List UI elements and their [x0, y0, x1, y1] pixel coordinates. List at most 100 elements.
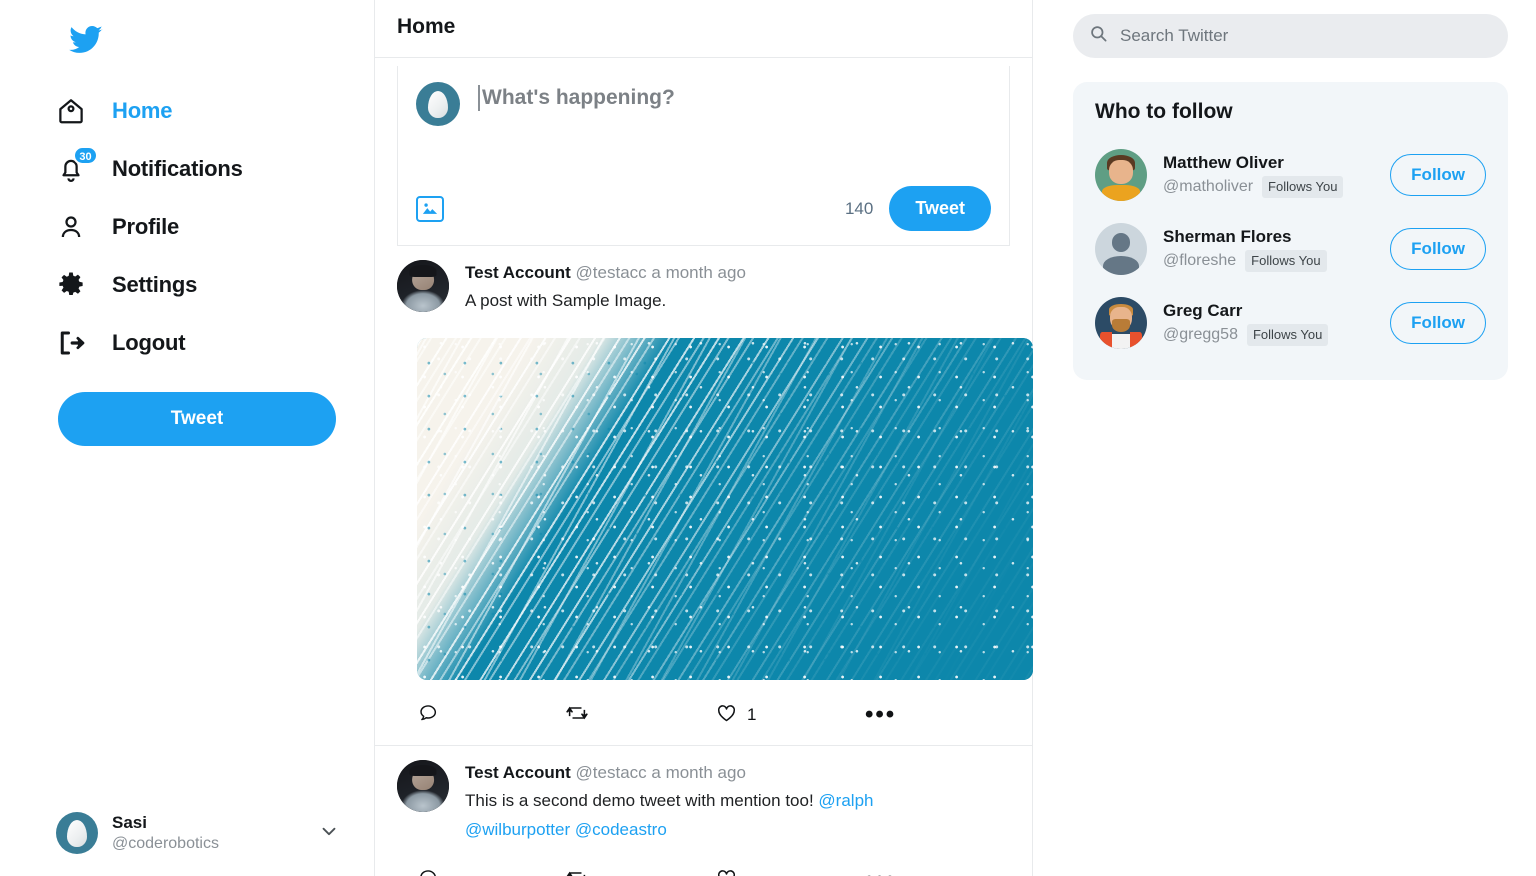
account-switcher[interactable]: Sasi @coderobotics [56, 812, 346, 854]
suggestion-sub: @floreshe Follows You [1163, 249, 1327, 273]
tweet-author[interactable]: Test Account [465, 763, 571, 782]
avatar[interactable] [397, 260, 449, 312]
retweet-icon [565, 867, 589, 876]
sidebar-item-settings[interactable]: Settings [56, 256, 374, 314]
tweet-timestamp: a month ago [651, 762, 746, 782]
tweet-text: A post with Sample Image. [465, 290, 667, 310]
tweet-timestamp: a month ago [651, 263, 746, 282]
mention-link[interactable]: @wilburpotter [465, 820, 570, 839]
suggestion-row: Sherman Flores @floreshe Follows You Fol… [1095, 212, 1486, 286]
sidebar-item-label: Profile [112, 214, 180, 239]
avatar[interactable] [1095, 149, 1147, 201]
follows-you-badge: Follows You [1246, 323, 1329, 347]
who-to-follow-title: Who to follow [1095, 100, 1233, 123]
tweet-actions: ••• [417, 867, 937, 876]
sidebar-item-label: Logout [112, 330, 186, 355]
sidebar-item-profile[interactable]: Profile [56, 198, 374, 256]
account-text: Sasi @coderobotics [112, 813, 219, 853]
suggestion-row: Matthew Oliver @matholiver Follows You F… [1095, 138, 1486, 212]
suggestion-name[interactable]: Greg Carr [1163, 300, 1328, 322]
tweet-body: Test Account @testacc a month ago A post… [465, 260, 1010, 316]
mention-link[interactable]: @ralph [818, 791, 873, 810]
suggestion-handle[interactable]: @matholiver [1163, 177, 1253, 198]
app-root: Home 30 Notifications Profile Settings L… [0, 0, 1536, 876]
tweet-text-plain: This is a second demo tweet with mention… [465, 790, 814, 810]
heart-icon [715, 702, 738, 729]
more-dots-icon[interactable]: ••• [865, 703, 896, 727]
tweet-header: Test Account @testacc a month ago This i… [375, 759, 1032, 845]
like-button[interactable]: 1 [715, 702, 865, 729]
account-handle: @coderobotics [112, 834, 219, 852]
tweet-handle[interactable]: @testacc [576, 763, 647, 782]
account-name: Sasi [112, 812, 147, 832]
search-bar[interactable] [1073, 14, 1508, 58]
egg-avatar [56, 812, 98, 854]
avatar[interactable] [1095, 223, 1147, 275]
bell-icon: 30 [56, 146, 102, 184]
tweet-author[interactable]: Test Account [465, 263, 571, 282]
tweet-handle[interactable]: @testacc [576, 263, 647, 282]
right-sidebar: Who to follow Matthew Oliver @matholiver… [1033, 0, 1536, 876]
char-counter: 140 [844, 198, 874, 218]
text-caret [478, 85, 480, 111]
egg-avatar [416, 82, 460, 126]
person-icon [56, 212, 102, 242]
notification-badge: 30 [73, 146, 98, 165]
retweet-button[interactable] [565, 867, 715, 876]
composer-top: What's happening? [416, 82, 991, 126]
reply-button[interactable] [417, 702, 565, 729]
suggestion-row: Greg Carr @gregg58 Follows You Follow [1095, 286, 1486, 360]
suggestion-sub: @gregg58 Follows You [1163, 323, 1329, 347]
retweet-button[interactable] [565, 702, 715, 729]
tweet-body: Test Account @testacc a month ago This i… [465, 760, 1010, 845]
sidebar-nav: Home 30 Notifications Profile Settings L… [56, 82, 374, 372]
avatar[interactable] [397, 759, 449, 812]
home-icon [56, 96, 102, 126]
chevron-down-icon[interactable] [318, 820, 340, 847]
follow-button[interactable]: Follow [1390, 154, 1486, 196]
image-icon[interactable] [416, 195, 444, 222]
suggestion-handle[interactable]: @gregg58 [1163, 325, 1238, 346]
sidebar-item-label: Home [112, 98, 173, 123]
reply-button[interactable] [417, 867, 565, 876]
twitter-bird-icon[interactable] [60, 14, 112, 66]
search-input[interactable] [1120, 26, 1492, 46]
sidebar-item-logout[interactable]: Logout [56, 314, 374, 372]
suggestion-name[interactable]: Matthew Oliver [1163, 152, 1343, 174]
sidebar-item-label: Notifications [112, 156, 243, 181]
reply-icon [417, 702, 439, 729]
suggestion-name[interactable]: Sherman Flores [1163, 226, 1327, 248]
composer-toolbar: 140 Tweet [416, 186, 991, 231]
heart-icon [715, 867, 738, 876]
suggestion-info: Sherman Flores @floreshe Follows You [1163, 226, 1327, 273]
avatar[interactable] [1095, 297, 1147, 349]
suggestion-sub: @matholiver Follows You [1163, 175, 1344, 199]
tweet-meta: Test Account @testacc a month ago [465, 263, 746, 282]
tweet-submit-button[interactable]: Tweet [889, 186, 991, 231]
suggestion-info: Greg Carr @gregg58 Follows You [1163, 300, 1329, 347]
follow-button[interactable]: Follow [1390, 302, 1486, 344]
retweet-icon [565, 702, 589, 729]
sidebar-item-label: Settings [112, 272, 198, 297]
tweet-item: Test Account @testacc a month ago A post… [375, 246, 1033, 745]
follows-you-badge: Follows You [1262, 175, 1344, 199]
sidebar-tweet-button[interactable]: Tweet [58, 392, 336, 446]
tweet-image[interactable] [417, 337, 1033, 680]
sidebar-item-home[interactable]: Home [56, 82, 374, 140]
feed-header: Home [375, 0, 1032, 58]
feed-column: Home What's happening? 140 Tweet Test Ac… [375, 0, 1033, 876]
suggestion-handle[interactable]: @floreshe [1163, 251, 1236, 272]
sidebar-item-notifications[interactable]: 30 Notifications [56, 140, 374, 198]
tweet-composer[interactable]: What's happening? 140 Tweet [397, 66, 1010, 246]
mention-link[interactable]: @codeastro [575, 820, 667, 839]
logout-icon [56, 328, 102, 358]
follows-you-badge: Follows You [1245, 249, 1327, 273]
tweet-input[interactable]: What's happening? [478, 82, 858, 111]
follow-button[interactable]: Follow [1390, 228, 1486, 270]
tweet-header: Test Account @testacc a month ago A post… [375, 260, 1032, 316]
like-button[interactable] [715, 867, 865, 876]
tweet-meta: Test Account @testacc a month ago [465, 763, 746, 782]
tweet-item: Test Account @testacc a month ago This i… [375, 746, 1032, 876]
gear-icon [56, 270, 102, 300]
tweet-text: This is a second demo tweet with mention… [465, 787, 945, 845]
